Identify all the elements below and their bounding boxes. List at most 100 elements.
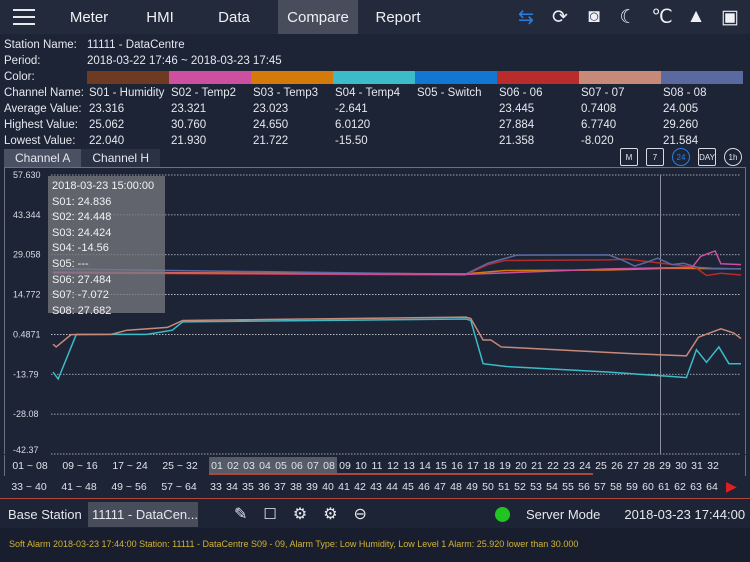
channel-button[interactable]: 57 [592, 478, 608, 496]
channel-button[interactable]: 61 [656, 478, 672, 496]
channel-button[interactable]: 08 [321, 456, 337, 475]
edit-icon[interactable]: ✎ [234, 504, 247, 524]
channel-button[interactable]: 11 [369, 457, 385, 475]
channel-group-button[interactable]: 01 ~ 08 [5, 460, 55, 472]
tab-data[interactable]: Data [190, 0, 278, 34]
channel-group-button[interactable]: 41 ~ 48 [54, 481, 104, 493]
channel-button[interactable]: 34 [224, 478, 240, 496]
channel-button[interactable]: 51 [496, 478, 512, 496]
month-calendar-icon[interactable]: M [620, 148, 638, 166]
tab-report[interactable]: Report [358, 0, 438, 34]
channel-button[interactable]: 55 [560, 478, 576, 496]
logout-icon[interactable]: ⊖ [354, 504, 367, 524]
channel-button[interactable]: 13 [401, 457, 417, 475]
channel-button[interactable]: 47 [432, 478, 448, 496]
channel-button[interactable]: 22 [545, 457, 561, 475]
channel-group-button[interactable]: 57 ~ 64 [154, 481, 204, 493]
advanced-settings-icon[interactable]: ⚙ [323, 504, 337, 524]
channel-group-button[interactable]: 33 ~ 40 [4, 481, 54, 493]
channel-button[interactable]: 33 [208, 478, 224, 496]
channel-button[interactable]: 05 [273, 456, 289, 475]
channel-button[interactable]: 48 [448, 478, 464, 496]
sync-icon[interactable]: ⟳ [548, 6, 572, 29]
1-hour-icon[interactable]: 1h [724, 148, 742, 166]
channel-button[interactable]: 60 [640, 478, 656, 496]
channel-button[interactable]: 18 [481, 457, 497, 475]
channel-button[interactable]: 28 [641, 457, 657, 475]
tab-compare[interactable]: Compare [278, 0, 358, 34]
24-hours-icon[interactable]: 24 [672, 148, 690, 166]
channel-button[interactable]: 35 [240, 478, 256, 496]
channel-button[interactable]: 37 [272, 478, 288, 496]
channel-button[interactable]: 44 [384, 478, 400, 496]
channel-button[interactable]: 01 [209, 456, 225, 475]
base-station-select[interactable]: 11111 - DataCen... [88, 501, 198, 527]
settings-icon[interactable]: ⚙ [293, 504, 307, 524]
channel-group-button[interactable]: 17 ~ 24 [105, 460, 155, 472]
channel-button[interactable]: 42 [352, 478, 368, 496]
hamburger-menu-icon[interactable] [0, 0, 48, 34]
channel-button[interactable]: 46 [416, 478, 432, 496]
channel-button[interactable]: 27 [625, 457, 641, 475]
next-page-arrow-icon[interactable]: ▶ [726, 478, 737, 495]
channel-button[interactable]: 56 [576, 478, 592, 496]
channel-button[interactable]: 39 [304, 478, 320, 496]
channel-button[interactable]: 63 [688, 478, 704, 496]
channel-button[interactable]: 15 [433, 457, 449, 475]
channel-button[interactable]: 49 [464, 478, 480, 496]
channel-button[interactable]: 04 [257, 456, 273, 475]
swap-icon[interactable]: ⇆ [514, 6, 538, 29]
tab-channel-h[interactable]: Channel H [81, 149, 161, 167]
channel-button[interactable]: 58 [608, 478, 624, 496]
channel-button[interactable]: 19 [497, 457, 513, 475]
edit-form-icon[interactable]: ☐ [263, 505, 276, 523]
channel-button[interactable]: 54 [544, 478, 560, 496]
channel-button[interactable]: 36 [256, 478, 272, 496]
alarm-message[interactable]: Soft Alarm 2018-03-23 17:44:00 Station: … [0, 528, 750, 562]
channel-button[interactable]: 14 [417, 457, 433, 475]
delete-icon[interactable]: ▣ [718, 6, 742, 29]
tab-meter[interactable]: Meter [48, 0, 130, 34]
night-mode-icon[interactable]: ☾ [616, 6, 640, 29]
channel-button[interactable]: 40 [320, 478, 336, 496]
tab-hmi[interactable]: HMI [130, 0, 190, 34]
channel-button[interactable]: 59 [624, 478, 640, 496]
celsius-icon[interactable]: ℃ [650, 6, 674, 29]
channel-button[interactable]: 25 [593, 457, 609, 475]
channel-group-button[interactable]: 09 ~ 16 [55, 460, 105, 472]
channel-button[interactable]: 16 [449, 457, 465, 475]
channel-button[interactable]: 29 [657, 457, 673, 475]
day-calendar-icon[interactable]: DAY [698, 148, 716, 166]
channel-button[interactable]: 21 [529, 457, 545, 475]
channel-button[interactable]: 24 [577, 457, 593, 475]
channel-button[interactable]: 41 [336, 478, 352, 496]
channel-button[interactable]: 32 [705, 457, 721, 475]
channel-button[interactable]: 62 [672, 478, 688, 496]
channel-button[interactable]: 23 [561, 457, 577, 475]
camera-icon[interactable]: ◙ [582, 6, 606, 28]
channel-button[interactable]: 10 [353, 457, 369, 475]
channel-button[interactable]: 20 [513, 457, 529, 475]
channel-button[interactable]: 09 [337, 457, 353, 475]
channel-button[interactable]: 31 [689, 457, 705, 475]
week-calendar-icon[interactable]: 7 [646, 148, 664, 166]
channel-button[interactable]: 38 [288, 478, 304, 496]
channel-button[interactable]: 45 [400, 478, 416, 496]
bell-icon[interactable]: ▲ [684, 6, 708, 28]
tab-channel-a[interactable]: Channel A [4, 149, 82, 167]
channel-group-button[interactable]: 25 ~ 32 [155, 460, 205, 472]
channel-button[interactable]: 17 [465, 457, 481, 475]
channel-button[interactable]: 03 [241, 456, 257, 475]
channel-button[interactable]: 50 [480, 478, 496, 496]
channel-button[interactable]: 64 [704, 478, 720, 496]
channel-button[interactable]: 26 [609, 457, 625, 475]
channel-button[interactable]: 53 [528, 478, 544, 496]
channel-button[interactable]: 52 [512, 478, 528, 496]
channel-button[interactable]: 06 [289, 456, 305, 475]
channel-group-button[interactable]: 49 ~ 56 [104, 481, 154, 493]
channel-button[interactable]: 02 [225, 456, 241, 475]
channel-button[interactable]: 30 [673, 457, 689, 475]
channel-button[interactable]: 43 [368, 478, 384, 496]
channel-button[interactable]: 07 [305, 456, 321, 475]
channel-button[interactable]: 12 [385, 457, 401, 475]
